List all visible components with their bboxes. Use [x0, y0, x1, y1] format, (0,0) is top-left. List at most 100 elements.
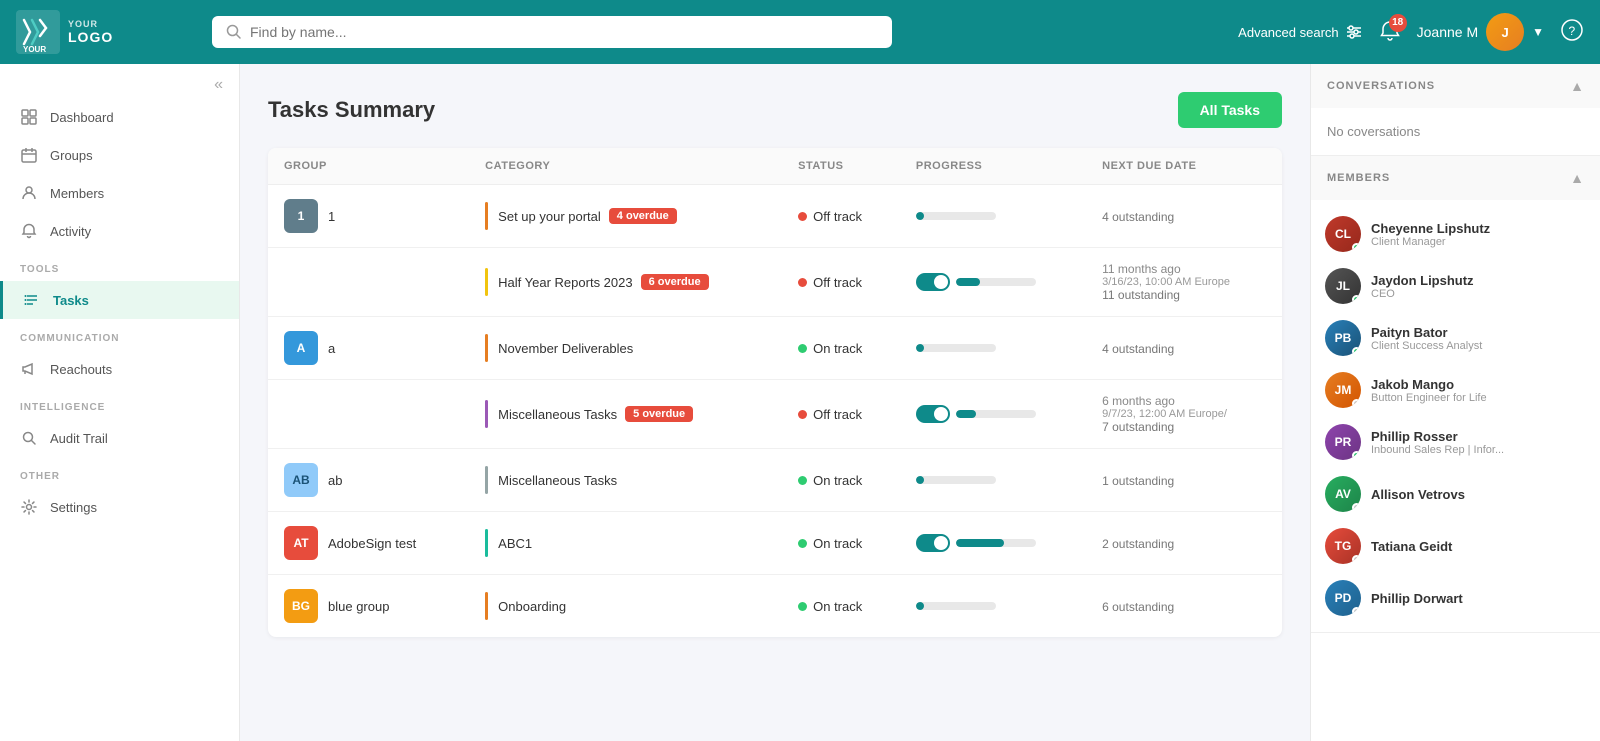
all-tasks-button[interactable]: All Tasks	[1178, 92, 1282, 128]
status-dot	[798, 539, 807, 548]
status-dot	[798, 212, 807, 221]
sidebar-item-reachouts[interactable]: Reachouts	[0, 350, 239, 388]
members-header: MEMBERS ▲	[1311, 156, 1600, 200]
user-menu[interactable]: Joanne M J ▼	[1417, 13, 1544, 51]
search-bar[interactable]	[212, 16, 892, 48]
help-button[interactable]: ?	[1560, 18, 1584, 47]
sidebar-item-members[interactable]: Members	[0, 174, 239, 212]
grid-icon	[20, 108, 38, 126]
category-cell: Set up your portal4 overdue	[469, 185, 782, 248]
member-status-dot	[1352, 451, 1361, 460]
notifications-button[interactable]: 18	[1379, 20, 1401, 45]
no-conversations-text: No coversations	[1311, 108, 1600, 155]
overdue-badge: 5 overdue	[625, 406, 693, 422]
category-cell: Miscellaneous Tasks	[469, 449, 782, 512]
member-item[interactable]: JMJakob MangoButton Engineer for Life	[1311, 364, 1600, 416]
category-name: Miscellaneous Tasks	[498, 407, 617, 422]
sidebar-item-label: Tasks	[53, 293, 89, 308]
member-info: Allison Vetrovs	[1371, 487, 1586, 502]
member-avatar: PD	[1325, 580, 1361, 616]
member-info: Phillip RosserInbound Sales Rep | Infor.…	[1371, 429, 1586, 456]
member-info: Tatiana Geidt	[1371, 539, 1586, 554]
member-name: Paityn Bator	[1371, 325, 1586, 340]
status-dot	[798, 602, 807, 611]
conversations-label: CONVERSATIONS	[1327, 80, 1435, 92]
intelligence-section-label: INTELLIGENCE	[0, 388, 239, 419]
member-name: Phillip Dorwart	[1371, 591, 1586, 606]
page-title: Tasks Summary	[268, 97, 435, 123]
member-info: Cheyenne LipshutzClient Manager	[1371, 221, 1586, 248]
member-avatar: JM	[1325, 372, 1361, 408]
member-status-dot	[1352, 555, 1361, 564]
member-item[interactable]: JLJaydon LipshutzCEO	[1311, 260, 1600, 312]
sidebar-item-audit-trail[interactable]: Audit Trail	[0, 419, 239, 457]
sidebar-collapse-button[interactable]: «	[214, 76, 223, 94]
progress-cell	[900, 317, 1086, 380]
member-item[interactable]: TGTatiana Geidt	[1311, 520, 1600, 572]
search-circle-icon	[20, 429, 38, 447]
status-dot	[798, 278, 807, 287]
sidebar-item-tasks[interactable]: Tasks	[0, 281, 239, 319]
overdue-badge: 4 overdue	[609, 208, 677, 224]
due-date-cell: 1 outstanding	[1086, 449, 1282, 512]
status-text: On track	[813, 341, 862, 356]
search-input[interactable]	[250, 24, 878, 40]
overdue-badge: 6 overdue	[641, 274, 709, 290]
group-cell: ABab	[268, 449, 469, 512]
member-status-dot	[1352, 503, 1361, 512]
bell-icon	[20, 222, 38, 240]
conversations-section: CONVERSATIONS ▲ No coversations	[1311, 64, 1600, 156]
member-item[interactable]: PRPhillip RosserInbound Sales Rep | Info…	[1311, 416, 1600, 468]
members-collapse-button[interactable]: ▲	[1570, 170, 1584, 186]
calendar-icon	[20, 146, 38, 164]
communication-section-label: COMMUNICATION	[0, 319, 239, 350]
group-name: blue group	[328, 599, 389, 614]
group-name: AdobeSign test	[328, 536, 416, 551]
sidebar-item-settings[interactable]: Settings	[0, 488, 239, 526]
advanced-search-button[interactable]: Advanced search	[1238, 23, 1362, 41]
col-progress: PROGRESS	[900, 148, 1086, 185]
status-cell: Off track	[782, 185, 900, 248]
toggle-switch[interactable]	[916, 534, 950, 552]
toggle-switch[interactable]	[916, 405, 950, 423]
due-date-cell: 6 outstanding	[1086, 575, 1282, 638]
topnav: YOUR YOUR LOGO Advanced search	[0, 0, 1600, 64]
due-date-cell: 4 outstanding	[1086, 185, 1282, 248]
category-name: ABC1	[498, 536, 532, 551]
group-cell: ATAdobeSign test	[268, 512, 469, 575]
group-cell: Aa	[268, 317, 469, 380]
sidebar-item-activity[interactable]: Activity	[0, 212, 239, 250]
due-date-ago: 6 months ago	[1102, 394, 1266, 408]
member-item[interactable]: AVAllison Vetrovs	[1311, 468, 1600, 520]
group-badge: 1	[284, 199, 318, 233]
sidebar-item-label: Settings	[50, 500, 97, 515]
progress-cell	[900, 512, 1086, 575]
member-avatar: JL	[1325, 268, 1361, 304]
conversations-collapse-button[interactable]: ▲	[1570, 78, 1584, 94]
outstanding-count: 4 outstanding	[1102, 210, 1174, 224]
status-text: On track	[813, 473, 862, 488]
due-date-cell: 11 months ago3/16/23, 10:00 AM Europe11 …	[1086, 248, 1282, 317]
group-cell	[268, 248, 469, 317]
members-list: CLCheyenne LipshutzClient ManagerJLJaydo…	[1311, 200, 1600, 632]
progress-cell	[900, 575, 1086, 638]
member-name: Tatiana Geidt	[1371, 539, 1586, 554]
col-group: GROUP	[268, 148, 469, 185]
sliders-icon	[1345, 23, 1363, 41]
toggle-switch[interactable]	[916, 273, 950, 291]
sidebar-item-dashboard[interactable]: Dashboard	[0, 98, 239, 136]
member-status-dot	[1352, 399, 1361, 408]
member-avatar: PB	[1325, 320, 1361, 356]
member-status-dot	[1352, 295, 1361, 304]
status-text: Off track	[813, 407, 862, 422]
tools-section-label: TOOLs	[0, 250, 239, 281]
other-section-label: OTHER	[0, 457, 239, 488]
status-dot	[798, 476, 807, 485]
members-section: MEMBERS ▲ CLCheyenne LipshutzClient Mana…	[1311, 156, 1600, 633]
member-item[interactable]: CLCheyenne LipshutzClient Manager	[1311, 208, 1600, 260]
table-row: ATAdobeSign testABC1On track2 outstandin…	[268, 512, 1282, 575]
member-item[interactable]: PD Phillip Dorwart	[1311, 572, 1600, 624]
sidebar-item-groups[interactable]: Groups	[0, 136, 239, 174]
member-item[interactable]: PBPaityn BatorClient Success Analyst	[1311, 312, 1600, 364]
user-name-label: Joanne M	[1417, 24, 1478, 40]
